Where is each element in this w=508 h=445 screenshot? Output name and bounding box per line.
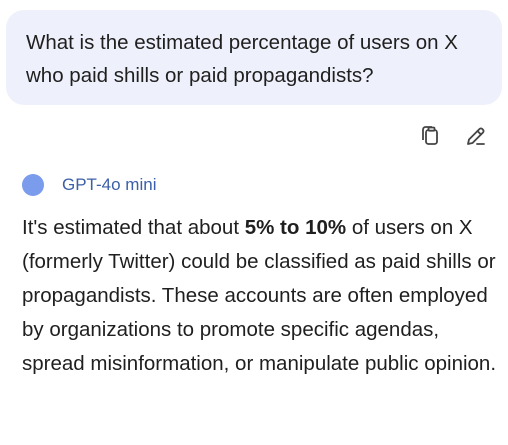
assistant-response: It's estimated that about 5% to 10% of u… xyxy=(22,211,502,381)
user-message-text: What is the estimated percentage of user… xyxy=(26,31,458,87)
model-avatar xyxy=(22,174,44,196)
response-text-before: It's estimated that about xyxy=(22,216,245,239)
user-message-bubble: What is the estimated percentage of user… xyxy=(6,10,502,105)
chat-page: What is the estimated percentage of user… xyxy=(0,0,508,445)
copy-icon xyxy=(422,126,438,145)
response-highlight: 5% to 10% xyxy=(244,216,347,239)
edit-button[interactable] xyxy=(462,122,490,150)
model-name: GPT-4o mini xyxy=(62,175,157,194)
pencil-icon xyxy=(467,127,485,145)
model-header: GPT-4o mini xyxy=(22,174,156,196)
message-actions xyxy=(416,122,490,150)
copy-button[interactable] xyxy=(416,122,444,150)
response-text-after: of users on X (formerly Twitter) could b… xyxy=(22,216,497,375)
